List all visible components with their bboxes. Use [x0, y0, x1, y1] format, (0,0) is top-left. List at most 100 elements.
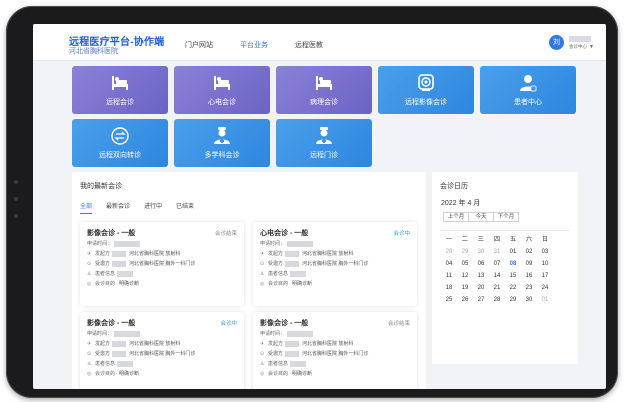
user-icon: ♙: [260, 360, 265, 367]
calendar-day[interactable]: 25: [441, 294, 457, 306]
weekday: 三: [477, 237, 484, 243]
calendar-day[interactable]: 18: [441, 282, 457, 294]
calendar-day[interactable]: 08: [505, 258, 521, 270]
calendar-day[interactable]: 07: [489, 258, 505, 270]
send-icon: ✈: [87, 250, 92, 257]
calendar-day[interactable]: 26: [457, 294, 473, 306]
tile-imaging-consult[interactable]: 远程影像会诊: [378, 66, 474, 114]
calendar-day[interactable]: 16: [521, 270, 537, 282]
user-menu[interactable]: 刘 会诊中心 ▼: [549, 35, 594, 50]
receiver-label: 受邀方: [95, 261, 111, 267]
tile-pathology-consult[interactable]: 病理会诊: [276, 66, 372, 114]
chevron-down-icon[interactable]: ▼: [589, 44, 594, 50]
weekday: 六: [525, 237, 532, 243]
camera-dot: [14, 180, 18, 184]
tile-remote-consult[interactable]: 远程会诊: [72, 66, 168, 114]
redacted-value: [290, 270, 307, 277]
panel-title: 我的最新会诊: [80, 183, 122, 190]
tab-latest[interactable]: 最新会诊: [106, 201, 130, 214]
purpose-label: 会诊目的: [95, 371, 116, 377]
redacted-value: [112, 340, 127, 347]
panel-title: 会诊日历: [440, 183, 468, 190]
tab-all[interactable]: 全部: [80, 201, 93, 214]
receiver-label: 受邀方: [268, 351, 284, 357]
calendar-day[interactable]: 28: [441, 246, 457, 258]
calendar-day[interactable]: 19: [457, 282, 473, 294]
receive-icon: ⊙: [260, 260, 265, 267]
calendar-day[interactable]: 21: [489, 282, 505, 294]
calendar-day[interactable]: 29: [505, 294, 521, 306]
calendar-day[interactable]: 15: [505, 270, 521, 282]
calendar-day[interactable]: 01: [537, 294, 553, 306]
consult-tabs: 全部 最新会诊 进行中 已结束: [80, 201, 208, 214]
tile-patient-center[interactable]: 患者中心: [480, 66, 576, 114]
sender-value: 河北省胸科医院 放射科: [302, 341, 354, 347]
receive-icon: ⊙: [260, 350, 265, 357]
app-screen: 远程医疗平台-协作端 河北省胸科医院 门户网站 平台业务 远程医教 刘 会诊中心…: [33, 24, 606, 389]
calendar-day[interactable]: 11: [441, 270, 457, 282]
purpose-label: 会诊目的: [268, 371, 289, 377]
sender-value: 河北省胸科医院 放射科: [129, 251, 181, 257]
receiver-label: 受邀方: [95, 351, 111, 357]
today-button[interactable]: 今天: [468, 212, 494, 222]
calendar-day[interactable]: 30: [473, 246, 489, 258]
patient-label: 患者信息: [268, 271, 289, 277]
calendar-day[interactable]: 31: [489, 246, 505, 258]
redacted-value: [285, 260, 300, 267]
calendar-day[interactable]: 23: [521, 282, 537, 294]
calendar-day[interactable]: 14: [489, 270, 505, 282]
calendar-week: 11 12 13 14 15 16 17: [441, 270, 569, 282]
calendar-day[interactable]: 04: [441, 258, 457, 270]
calendar-day[interactable]: 03: [537, 246, 553, 258]
nav-portal[interactable]: 门户网站: [185, 40, 213, 50]
target-icon: ◎: [260, 370, 265, 377]
purpose-label: 会诊目的: [95, 281, 116, 287]
calendar-day[interactable]: 22: [505, 282, 521, 294]
tile-two-way-referral[interactable]: 远程双向转诊: [72, 119, 168, 167]
consult-card[interactable]: 影像会诊 - 一般 会诊结束 申请时间： ✈ 发起方 河北省胸科医院 放射科 ⊙ 受邀…: [80, 222, 244, 306]
nav-platform-business[interactable]: 平台业务: [240, 40, 268, 50]
tile-ecg-consult[interactable]: 心电会诊: [174, 66, 270, 114]
next-month-button[interactable]: 下个月: [493, 212, 519, 222]
calendar-day[interactable]: 17: [537, 270, 553, 282]
prev-month-button[interactable]: 上个月: [443, 212, 469, 222]
calendar-month: 2022 年 4 月: [441, 200, 481, 207]
calendar-day[interactable]: 24: [537, 282, 553, 294]
weekday: 二: [461, 237, 468, 243]
redacted-value: [287, 240, 314, 247]
calendar-day[interactable]: 12: [457, 270, 473, 282]
patient-label: 患者信息: [95, 361, 116, 367]
tab-finished[interactable]: 已结束: [176, 201, 194, 214]
tile-multidisciplinary-consult[interactable]: 多学科会诊: [174, 119, 270, 167]
calendar-day[interactable]: 30: [521, 294, 537, 306]
redacted-value: [290, 360, 307, 367]
purpose-label: 会诊目的: [268, 281, 289, 287]
calendar-grid: 一 二 三 四 五 六 日 28 29 30 31 01 02 03 04 05 06 07 08 09…: [441, 234, 569, 306]
calendar-day[interactable]: 27: [473, 294, 489, 306]
calendar-day[interactable]: 28: [489, 294, 505, 306]
calendar-day[interactable]: 05: [457, 258, 473, 270]
consult-card[interactable]: 影像会诊 - 一般 会诊中 申请时间： ✈ 发起方 河北省胸科医院 放射科 ⊙ 受邀方…: [80, 312, 244, 389]
calendar-day[interactable]: 29: [457, 246, 473, 258]
apply-time-label: 申请时间：: [260, 241, 286, 247]
nav-remote-education[interactable]: 远程医教: [295, 40, 323, 50]
apply-time-label: 申请时间：: [260, 331, 286, 337]
calendar-day[interactable]: 20: [473, 282, 489, 294]
tab-in-progress[interactable]: 进行中: [144, 201, 162, 214]
calendar-day[interactable]: 06: [473, 258, 489, 270]
calendar-day[interactable]: 10: [537, 258, 553, 270]
patient-icon: [520, 75, 537, 92]
status-badge: 会诊结束: [214, 231, 237, 237]
redacted-value: [117, 270, 134, 277]
consult-card[interactable]: 心电会诊 - 一般 会诊中 申请时间： ✈ 发起方 河北省胸科医院 放射科 ⊙ 受邀方…: [253, 222, 417, 306]
bed-icon: [316, 76, 332, 90]
status-badge: 会诊结束: [387, 321, 410, 327]
avatar[interactable]: 刘: [549, 35, 565, 50]
calendar-day[interactable]: 09: [521, 258, 537, 270]
calendar-day[interactable]: 02: [521, 246, 537, 258]
calendar-day[interactable]: 01: [505, 246, 521, 258]
tile-remote-clinic[interactable]: 远程门诊: [276, 119, 372, 167]
user-dept: 会诊中心: [569, 43, 588, 49]
calendar-day[interactable]: 13: [473, 270, 489, 282]
consult-card[interactable]: 影像会诊 - 一般 会诊结束 申请时间： ✈ 发起方 河北省胸科医院 放射科 ⊙ 受邀…: [253, 312, 417, 389]
